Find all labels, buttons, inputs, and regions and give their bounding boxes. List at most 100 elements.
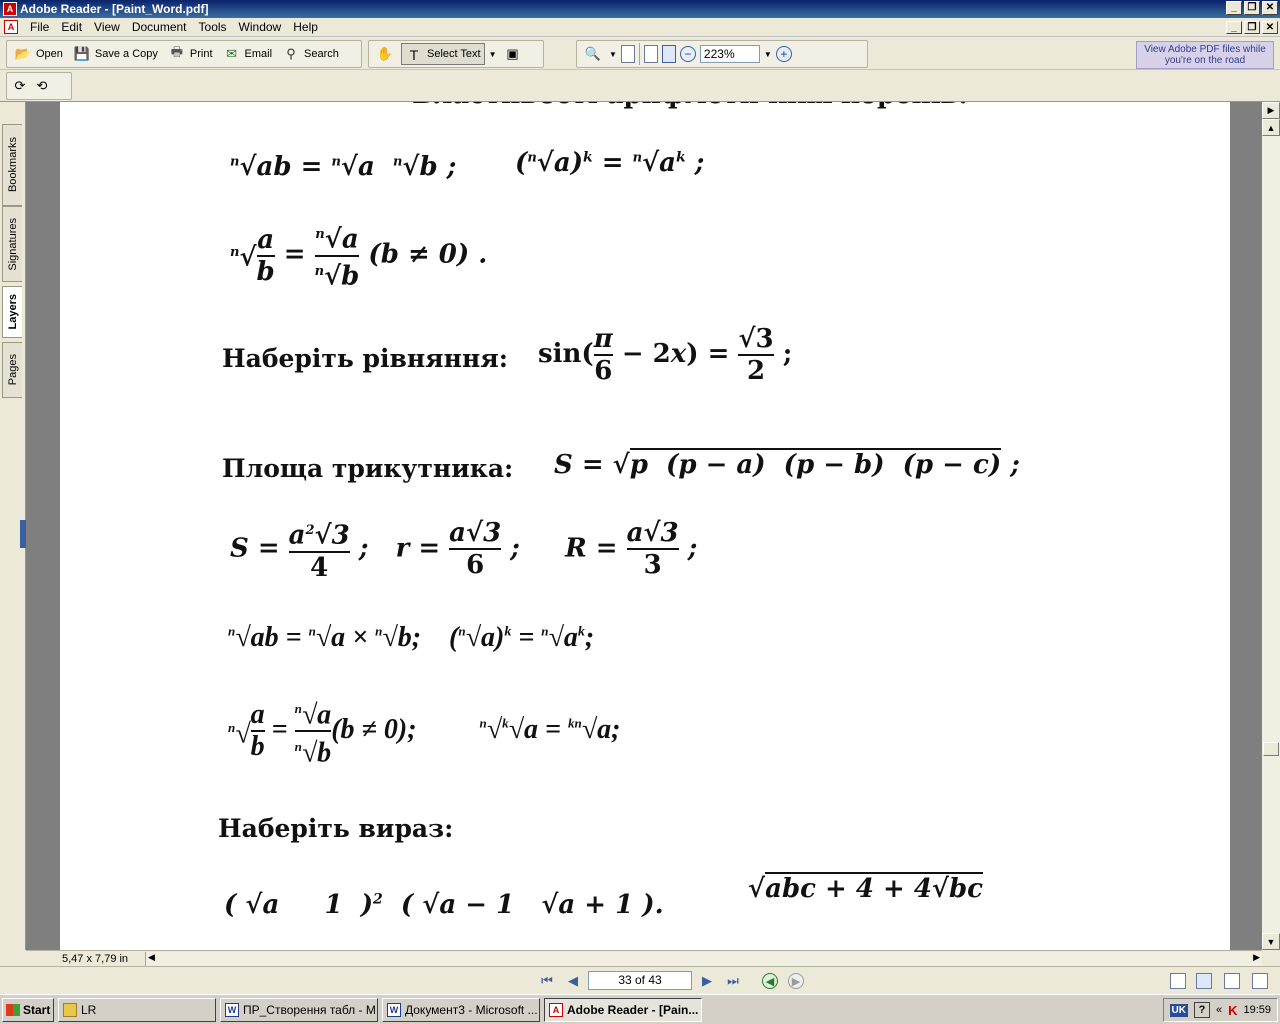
- tab-pages[interactable]: Pages: [2, 342, 22, 398]
- doc-restore-button[interactable]: ❐: [1244, 21, 1260, 34]
- file-toolbar: 📂 Open 💾 Save a Copy 🖶 Print ✉ Email ⚲ S…: [6, 40, 362, 68]
- rotate-clockwise-icon[interactable]: ⟳: [11, 78, 29, 94]
- horizontal-scrollbar[interactable]: ◀ ▶: [146, 951, 1262, 966]
- tab-bookmarks[interactable]: Bookmarks: [2, 124, 22, 206]
- word-icon: W: [387, 1002, 401, 1017]
- formula-expression-partial: ( √a 1 )2 ( √a − 1 √a + 1 ).: [224, 890, 664, 920]
- zoom-out-icon[interactable]: −: [679, 46, 696, 62]
- doc-close-button[interactable]: ✕: [1262, 21, 1278, 34]
- first-page-button[interactable]: ⏮: [538, 972, 556, 990]
- language-indicator[interactable]: UK: [1169, 1003, 1188, 1017]
- menu-bar: A File Edit View Document Tools Window H…: [0, 18, 1280, 37]
- snapshot-button[interactable]: ▣: [501, 43, 525, 65]
- fit-page-icon[interactable]: [643, 45, 658, 63]
- next-page-button[interactable]: ▶: [698, 972, 716, 990]
- email-button[interactable]: ✉ Email: [220, 43, 276, 65]
- pdf-page: Властивості арифметичних коренів. n√ab =…: [60, 102, 1230, 950]
- previous-view-icon[interactable]: ◀: [762, 973, 778, 989]
- last-page-button[interactable]: ⏭: [724, 972, 742, 990]
- doc-minimize-button[interactable]: _: [1226, 21, 1242, 34]
- next-view-icon[interactable]: ▶: [788, 973, 804, 989]
- zoom-dropdown[interactable]: ▼: [764, 50, 772, 59]
- formula-nested-root-partial: √abc + 4 + 4√bc: [748, 872, 984, 904]
- show-hidden-icons[interactable]: «: [1216, 1004, 1222, 1016]
- start-button[interactable]: Start: [2, 997, 54, 1022]
- taskbar-item-label: ПР_Створення табл - M...: [243, 1002, 378, 1017]
- facing-view-icon[interactable]: [1224, 973, 1240, 989]
- adobe-reader-icon: A: [3, 2, 17, 16]
- continuous-view-icon[interactable]: [1196, 973, 1212, 989]
- taskbar-item-label: LR: [81, 1002, 97, 1017]
- search-button[interactable]: ⚲ Search: [279, 43, 342, 65]
- taskbar-item-word-table[interactable]: W ПР_Створення табл - M...: [220, 997, 378, 1022]
- open-button[interactable]: 📂 Open: [11, 43, 66, 65]
- menu-document[interactable]: Document: [126, 20, 193, 34]
- menu-view[interactable]: View: [88, 20, 126, 34]
- actual-size-icon[interactable]: [620, 45, 635, 63]
- toolbar-separator: [638, 43, 640, 65]
- page-info-strip: 5,47 x 7,79 in ◀ ▶: [26, 950, 1262, 966]
- help-icon[interactable]: ?: [1193, 1002, 1210, 1018]
- window-title: Adobe Reader - [Paint_Word.pdf]: [20, 2, 209, 16]
- zoom-tool-dropdown[interactable]: ▼: [609, 50, 617, 59]
- menu-help[interactable]: Help: [287, 20, 324, 34]
- pdf-icon: A: [549, 1002, 563, 1017]
- formula-root-quotient-alt: n√ a b = n√a n√b (b ≠ 0); n√k√a = kn√a;: [228, 694, 620, 769]
- fit-width-icon[interactable]: [661, 45, 676, 63]
- previous-page-button[interactable]: ◀: [564, 972, 582, 990]
- continuous-facing-view-icon[interactable]: [1252, 973, 1268, 989]
- print-button[interactable]: 🖶 Print: [165, 43, 216, 65]
- page-number-input[interactable]: 33 of 43: [588, 971, 692, 990]
- tab-signatures-label: Signatures: [6, 217, 19, 271]
- formula-root-power: (n√a)k = n√ak ;: [515, 148, 705, 178]
- split-right-icon[interactable]: ▶: [1262, 102, 1280, 119]
- menu-window[interactable]: Window: [233, 20, 288, 34]
- formula-root-product-alt: n√ab = n√a × n√b; (n√a)k = n√ak;: [228, 622, 595, 653]
- zoom-in-icon[interactable]: +: [775, 46, 792, 62]
- single-page-view-icon[interactable]: [1170, 973, 1186, 989]
- folder-open-icon: 📂: [14, 46, 32, 61]
- rotate-counterclockwise-icon[interactable]: ⟲: [33, 78, 51, 94]
- formula-heron: S = √p (p − a) (p − b) (p − c) ;: [554, 448, 1020, 480]
- heading-triangle-area: Площа трикутника:: [222, 454, 514, 483]
- partial-heading: Властивості арифметичних коренів.: [412, 102, 968, 110]
- close-button[interactable]: ✕: [1262, 1, 1278, 15]
- select-text-button[interactable]: Ｔ Select Text: [401, 43, 485, 65]
- restore-button[interactable]: ❐: [1244, 1, 1260, 15]
- save-copy-button[interactable]: 💾 Save a Copy: [70, 43, 161, 65]
- word-icon: W: [225, 1002, 239, 1017]
- scroll-right-button[interactable]: ▶: [1253, 952, 1260, 963]
- print-label: Print: [189, 48, 213, 60]
- hand-tool-button[interactable]: ✋: [373, 43, 397, 65]
- tab-layers[interactable]: Layers: [2, 286, 22, 338]
- rotate-toolbar: ⟳ ⟲: [6, 72, 72, 100]
- document-view[interactable]: Властивості арифметичних коренів. n√ab =…: [26, 102, 1262, 950]
- taskbar-item-adobe-reader[interactable]: A Adobe Reader - [Pain...: [544, 997, 702, 1022]
- save-copy-label: Save a Copy: [94, 48, 158, 60]
- minimize-button[interactable]: _: [1226, 1, 1242, 15]
- document-icon[interactable]: A: [4, 20, 18, 34]
- taskbar-item-lr[interactable]: LR: [58, 997, 216, 1022]
- windows-taskbar: Start LR W ПР_Створення табл - M... W До…: [0, 994, 1280, 1024]
- main-toolbar: 📂 Open 💾 Save a Copy 🖶 Print ✉ Email ⚲ S…: [0, 38, 1280, 70]
- text-cursor-icon: Ｔ: [407, 47, 421, 63]
- hand-icon: ✋: [376, 46, 394, 61]
- scroll-up-button[interactable]: ▲: [1262, 119, 1280, 136]
- scroll-thumb[interactable]: [1263, 742, 1279, 756]
- menu-tools[interactable]: Tools: [193, 20, 233, 34]
- zoom-in-tool-button[interactable]: 🔍: [581, 43, 605, 65]
- taskbar-item-word-document[interactable]: W Документ3 - Microsoft ...: [382, 997, 540, 1022]
- vertical-scrollbar[interactable]: ▶ ▲ ▼: [1262, 102, 1280, 950]
- tab-signatures[interactable]: Signatures: [2, 206, 22, 282]
- tab-pages-label: Pages: [6, 354, 19, 386]
- antivirus-icon[interactable]: K: [1228, 1003, 1237, 1018]
- zoom-input[interactable]: 223%: [699, 45, 760, 63]
- promo-banner[interactable]: View Adobe PDF files while you're on the…: [1136, 41, 1274, 69]
- scroll-left-button[interactable]: ◀: [148, 952, 155, 963]
- taskbar-item-label: Документ3 - Microsoft ...: [405, 1002, 538, 1017]
- selection-toolbar: ✋ Ｔ Select Text ▼ ▣: [368, 40, 544, 68]
- menu-edit[interactable]: Edit: [55, 20, 88, 34]
- select-tool-dropdown[interactable]: ▼: [489, 50, 497, 59]
- menu-file[interactable]: File: [24, 20, 55, 34]
- scroll-down-button[interactable]: ▼: [1262, 933, 1280, 950]
